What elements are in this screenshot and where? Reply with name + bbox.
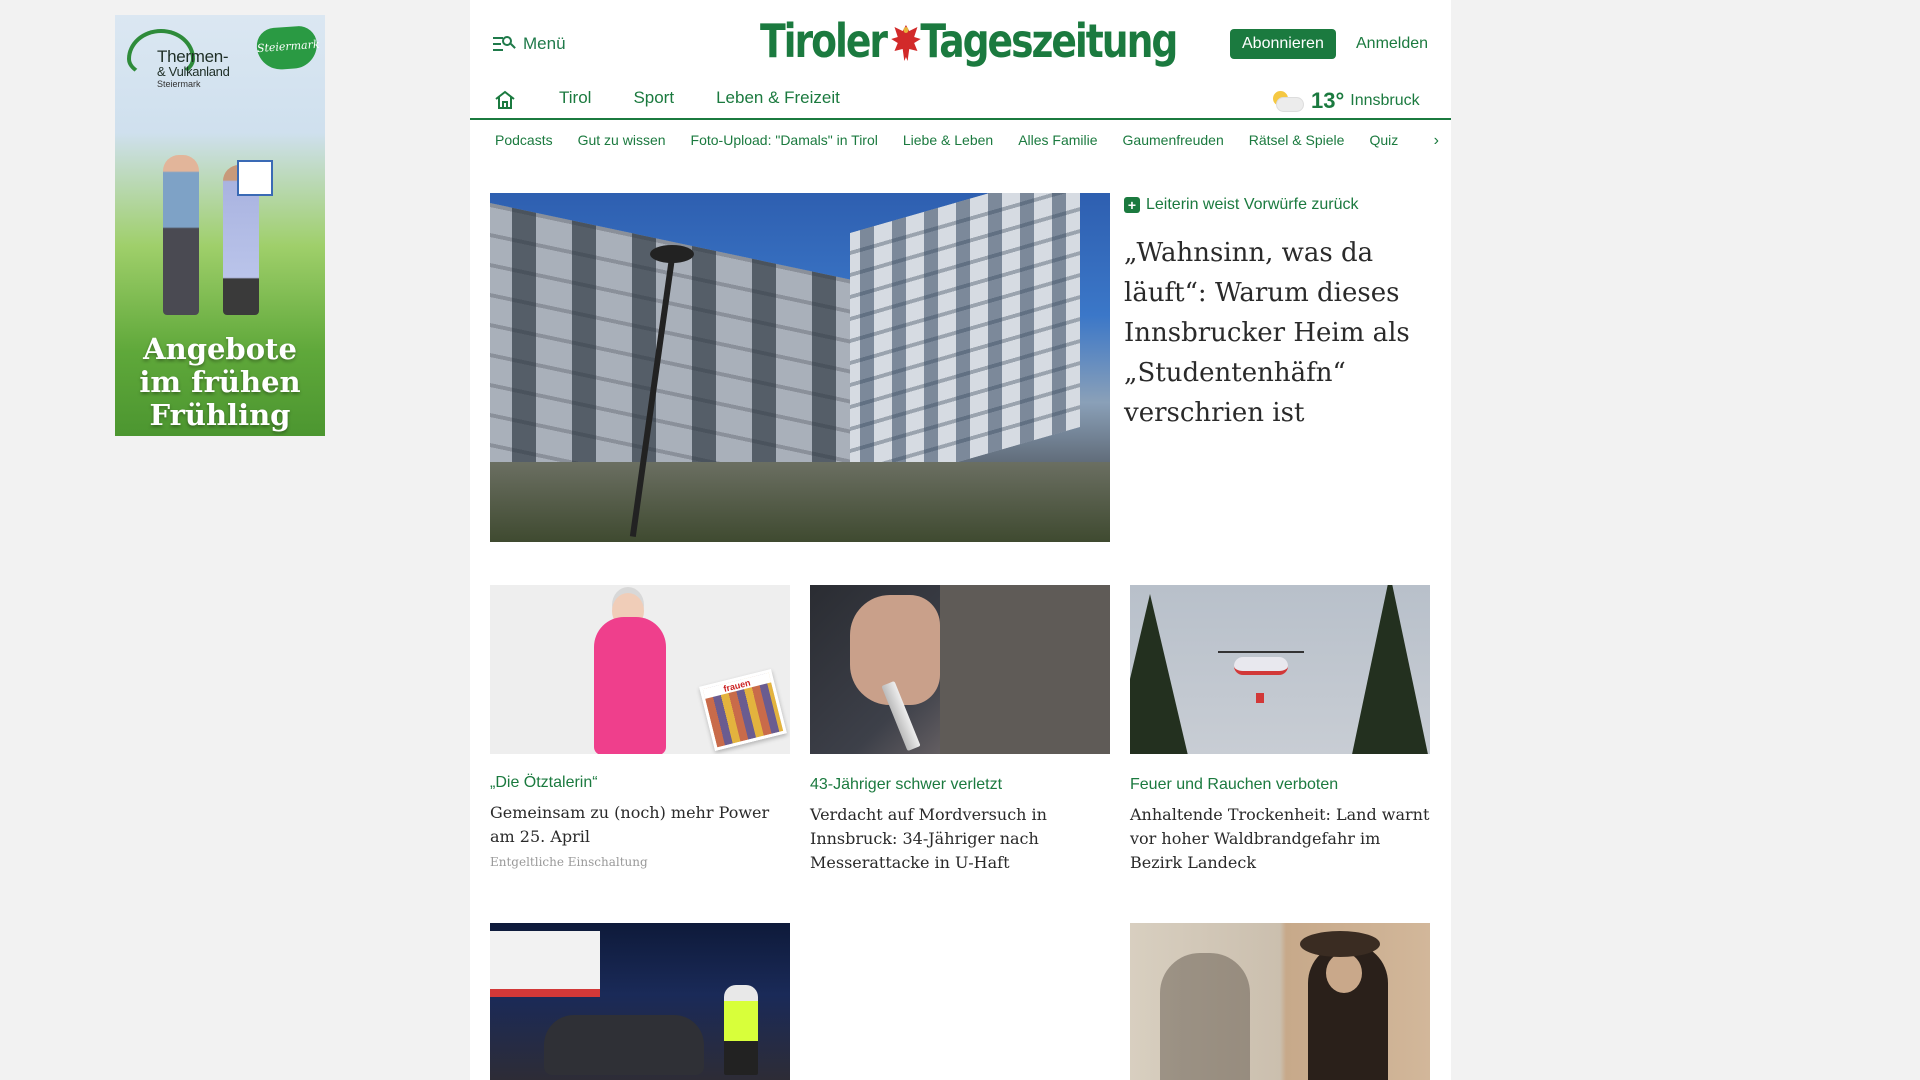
- hero-building-right: [850, 193, 1080, 493]
- ad-brand-line2: & Vulkanland: [157, 64, 230, 79]
- card-image-historic-women: [1130, 923, 1430, 1080]
- ad-headline-line3: Frühling: [149, 398, 291, 432]
- subnav-item-alles-familie[interactable]: Alles Familie: [1018, 132, 1097, 148]
- card-magazine-cover: frauen: [699, 669, 787, 751]
- nav-item-leben-freizeit[interactable]: Leben & Freizeit: [716, 88, 840, 108]
- subnav-item-gut-zu-wissen[interactable]: Gut zu wissen: [578, 132, 666, 148]
- card-kicker: „Die Ötztalerin“: [490, 774, 598, 791]
- chevron-right-icon[interactable]: ›: [1434, 132, 1439, 150]
- subscribe-button[interactable]: Abonnieren: [1230, 29, 1336, 59]
- subnav-item-foto-upload[interactable]: Foto-Upload: "Damals" in Tirol: [691, 132, 878, 148]
- site-header: Menü Tiroler Tageszeitung Abonnieren Anm…: [470, 0, 1451, 82]
- plus-icon: +: [1124, 197, 1140, 213]
- card-title: Anhaltende Trockenheit: Land warnt vor h…: [1130, 805, 1430, 872]
- card-historic-figure-left: [1160, 953, 1250, 1080]
- menu-button[interactable]: Menü: [493, 34, 566, 54]
- menu-search-icon: [493, 36, 516, 52]
- card-historic-hat: [1300, 931, 1380, 957]
- main-column: Menü Tiroler Tageszeitung Abonnieren Anm…: [470, 0, 1451, 1080]
- login-link[interactable]: Anmelden: [1356, 35, 1428, 53]
- ad-brand-name: Thermen- & Vulkanland: [157, 47, 230, 79]
- home-icon[interactable]: [494, 90, 516, 110]
- card-crashed-car: [544, 1015, 704, 1075]
- hero-kicker-text: Leiterin weist Vorwürfe zurück: [1146, 196, 1359, 213]
- card-image-car-crash: [490, 923, 790, 1080]
- article-card-waldbrandgefahr[interactable]: Feuer und Rauchen verboten Anhaltende Tr…: [1130, 585, 1430, 875]
- nav-items: Tirol Sport Leben & Freizeit: [559, 88, 840, 108]
- nav-item-tirol[interactable]: Tirol: [559, 88, 591, 108]
- partly-cloudy-icon: [1271, 89, 1305, 113]
- ad-brand-line1: Thermen-: [157, 47, 229, 66]
- hero-ground: [490, 462, 1110, 542]
- card-image-knife: [810, 585, 1110, 754]
- site-logo[interactable]: Tiroler Tageszeitung: [760, 14, 1178, 68]
- weather-widget[interactable]: 13° Innsbruck: [1271, 88, 1451, 114]
- card-officer: [724, 985, 758, 1075]
- article-card-historic-photo[interactable]: [1130, 923, 1430, 1080]
- card-kicker: 43-Jähriger schwer verletzt: [810, 776, 1003, 793]
- hero-title[interactable]: „Wahnsinn, was da läuft“: Warum dieses I…: [1124, 233, 1424, 433]
- subnav-item-gaumenfreuden[interactable]: Gaumenfreuden: [1123, 132, 1224, 148]
- card-woman-dress: [594, 617, 666, 754]
- subnav-item-raetsel-spiele[interactable]: Rätsel & Spiele: [1249, 132, 1345, 148]
- card-heli-bucket: [1256, 693, 1264, 703]
- ad-brand-sub: Steiermark: [157, 79, 201, 89]
- article-card-unfall[interactable]: [490, 923, 790, 1080]
- nav-item-sport[interactable]: Sport: [633, 88, 674, 108]
- card-tree-right: [1350, 585, 1430, 754]
- card-sweater: [940, 585, 1110, 754]
- ad-headline-line1: Angebote: [143, 332, 297, 366]
- card-magazine-title: frauen: [702, 672, 772, 699]
- hero-lamp-head: [650, 245, 694, 263]
- logo-text-left: Tiroler: [760, 14, 888, 68]
- sub-nav: Podcasts Gut zu wissen Foto-Upload: "Dam…: [470, 120, 1451, 160]
- ad-person-man: [163, 155, 199, 315]
- article-card-oetztalerin[interactable]: frauen „Die Ötztalerin“ Gemeinsam zu (no…: [490, 585, 790, 869]
- card-title: Gemeinsam zu (noch) mehr Power am 25. Ap…: [490, 803, 770, 846]
- hero-article-image[interactable]: [490, 193, 1110, 542]
- logo-text-right: Tageszeitung: [920, 14, 1178, 68]
- card-ambulance: [490, 931, 600, 997]
- ad-banner-thermenland[interactable]: Thermen- & Vulkanland Steiermark Steierm…: [115, 15, 325, 436]
- card-helicopter: [1234, 657, 1288, 675]
- article-card-messerattacke[interactable]: 43-Jähriger schwer verletzt Verdacht auf…: [810, 585, 1110, 875]
- subnav-item-quiz[interactable]: Quiz: [1369, 132, 1398, 148]
- ad-headline: Angebote im frühen Frühling: [115, 333, 325, 432]
- tyrol-eagle-icon: [889, 21, 921, 61]
- card-kicker: Feuer und Rauchen verboten: [1130, 776, 1339, 793]
- main-nav: Tirol Sport Leben & Freizeit 13° Innsbru…: [470, 82, 1451, 120]
- subnav-item-podcasts[interactable]: Podcasts: [495, 132, 553, 148]
- weather-temp: 13°: [1311, 88, 1345, 113]
- card-image-woman-magazine: frauen: [490, 585, 790, 754]
- card-historic-face: [1326, 953, 1362, 993]
- card-tree-left: [1130, 594, 1190, 754]
- card-sponsored-note: Entgeltliche Einschaltung: [490, 855, 648, 869]
- card-heli-rotor: [1218, 651, 1304, 653]
- ad-road-sign: [237, 160, 273, 196]
- subnav-item-liebe-leben[interactable]: Liebe & Leben: [903, 132, 993, 148]
- card-title: Verdacht auf Mordversuch in Innsbruck: 3…: [810, 805, 1047, 872]
- ad-headline-line2: im frühen: [139, 365, 301, 399]
- menu-label: Menü: [523, 34, 566, 53]
- weather-city: Innsbruck: [1350, 92, 1420, 109]
- hero-kicker[interactable]: + Leiterin weist Vorwürfe zurück: [1124, 196, 1359, 214]
- card-image-helicopter: [1130, 585, 1430, 754]
